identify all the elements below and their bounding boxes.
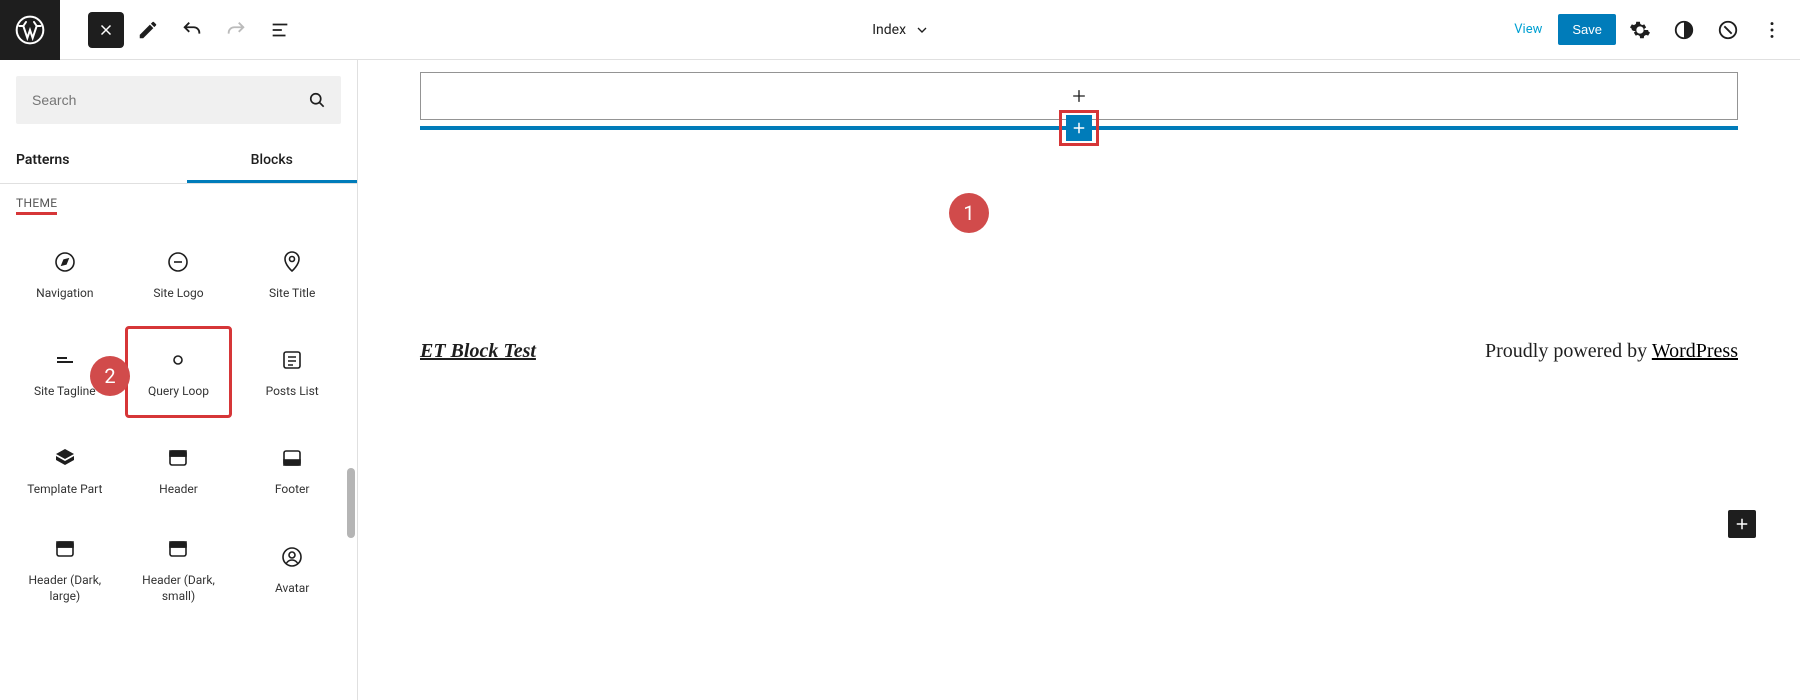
template-part-icon: [53, 446, 77, 470]
styles-icon: [1673, 19, 1695, 41]
posts-list-icon: [280, 348, 304, 372]
block-item-label: Header (Dark, small): [130, 573, 228, 604]
redo-icon: [225, 19, 247, 41]
block-item-site-logo[interactable]: Site Logo: [126, 229, 232, 319]
footer-site-title[interactable]: ET Block Test: [420, 340, 536, 363]
block-item-header[interactable]: Header: [126, 425, 232, 515]
block-item-query-loop[interactable]: Query Loop: [126, 327, 232, 417]
block-item-posts-list[interactable]: Posts List: [239, 327, 345, 417]
sidebar-scrollbar[interactable]: [345, 238, 357, 700]
wordpress-logo-button[interactable]: [0, 0, 60, 60]
block-item-label: Site Tagline: [34, 384, 96, 400]
block-item-label: Navigation: [36, 286, 93, 302]
block-item-label: Site Title: [269, 286, 315, 302]
styles-button[interactable]: [1664, 10, 1704, 50]
blocks-section-heading: THEME: [0, 184, 357, 221]
sidebar-scrollbar-thumb[interactable]: [347, 468, 355, 538]
header-icon: [166, 537, 190, 561]
inserter-search-box[interactable]: [16, 76, 341, 124]
footer-credit-prefix: Proudly powered by: [1485, 340, 1652, 362]
view-options-icon: [1717, 19, 1739, 41]
save-button[interactable]: Save: [1558, 14, 1616, 45]
block-item-template-part[interactable]: Template Part: [12, 425, 118, 515]
document-overview-button[interactable]: [260, 10, 300, 50]
avatar-icon: [280, 545, 304, 569]
footer-icon: [280, 446, 304, 470]
block-item-footer[interactable]: Footer: [239, 425, 345, 515]
vertical-dots-icon: [1761, 19, 1783, 41]
inline-inserter-button[interactable]: [1066, 115, 1092, 141]
inserter-tabs: Patterns Blocks: [0, 140, 357, 184]
view-options-button[interactable]: [1708, 10, 1748, 50]
map-pin-icon: [280, 250, 304, 274]
inserter-search-wrap: [0, 60, 357, 140]
compass-icon: [53, 250, 77, 274]
header-icon: [53, 537, 77, 561]
plus-icon: [1070, 119, 1088, 137]
block-insertion-indicator: [420, 126, 1738, 130]
annotation-2: 2: [90, 356, 130, 396]
search-icon: [307, 90, 327, 110]
footer-credit: Proudly powered by WordPress: [1485, 340, 1738, 363]
block-item-label: Avatar: [275, 581, 309, 597]
plus-icon: [1733, 515, 1751, 533]
theme-blocks-grid: Navigation Site Logo Site Title Site Taglin…: [0, 221, 357, 622]
block-item-navigation[interactable]: Navigation: [12, 229, 118, 319]
block-item-label: Site Logo: [153, 286, 203, 302]
tab-blocks[interactable]: Blocks: [187, 140, 358, 183]
topbar-right-group: View Save: [1502, 10, 1792, 50]
block-item-label: Query Loop: [148, 384, 209, 400]
footer-credit-link[interactable]: WordPress: [1652, 340, 1738, 362]
block-item-label: Header (Dark, large): [16, 573, 114, 604]
blocks-section-heading-label: THEME: [16, 196, 57, 215]
tab-patterns[interactable]: Patterns: [0, 140, 187, 183]
block-item-header-dark-large-[interactable]: Header (Dark, large): [12, 523, 118, 614]
undo-button[interactable]: [172, 10, 212, 50]
block-item-avatar[interactable]: Avatar: [239, 523, 345, 614]
editor-canvas[interactable]: 1 ET Block Test Proudly powered by WordP…: [358, 60, 1800, 700]
block-item-label: Posts List: [266, 384, 319, 400]
gear-icon: [1629, 19, 1651, 41]
block-item-label: Header: [159, 482, 198, 498]
pencil-icon: [137, 19, 159, 41]
list-view-icon: [269, 19, 291, 41]
wordpress-icon: [14, 14, 46, 46]
header-icon: [166, 446, 190, 470]
block-item-label: Footer: [275, 482, 310, 498]
undo-icon: [181, 19, 203, 41]
template-title-label: Index: [872, 22, 906, 38]
block-item-label: Template Part: [27, 482, 102, 498]
template-title-dropdown[interactable]: Index: [872, 22, 930, 38]
tools-button[interactable]: [128, 10, 168, 50]
editor-main: Patterns Blocks THEME Navigation Site Log…: [0, 60, 1800, 700]
settings-button[interactable]: [1620, 10, 1660, 50]
annotation-1: 1: [949, 193, 989, 233]
tagline-icon: [53, 348, 77, 372]
topbar-left-group: [0, 0, 300, 59]
editor-top-bar: Index View Save: [0, 0, 1800, 60]
canvas-footer-row: ET Block Test Proudly powered by WordPre…: [420, 340, 1738, 363]
floating-inserter-button[interactable]: [1728, 510, 1756, 538]
block-item-header-dark-small-[interactable]: Header (Dark, small): [126, 523, 232, 614]
view-link[interactable]: View: [1502, 14, 1554, 45]
redo-button[interactable]: [216, 10, 256, 50]
block-inserter-panel: Patterns Blocks THEME Navigation Site Log…: [0, 60, 358, 700]
close-inserter-button[interactable]: [88, 12, 124, 48]
circle-minus-icon: [166, 250, 190, 274]
plus-icon: [1069, 86, 1089, 106]
loop-icon: [166, 348, 190, 372]
block-item-site-title[interactable]: Site Title: [239, 229, 345, 319]
more-options-button[interactable]: [1752, 10, 1792, 50]
search-input[interactable]: [30, 91, 307, 109]
chevron-down-icon: [914, 22, 930, 38]
close-icon: [97, 21, 115, 39]
